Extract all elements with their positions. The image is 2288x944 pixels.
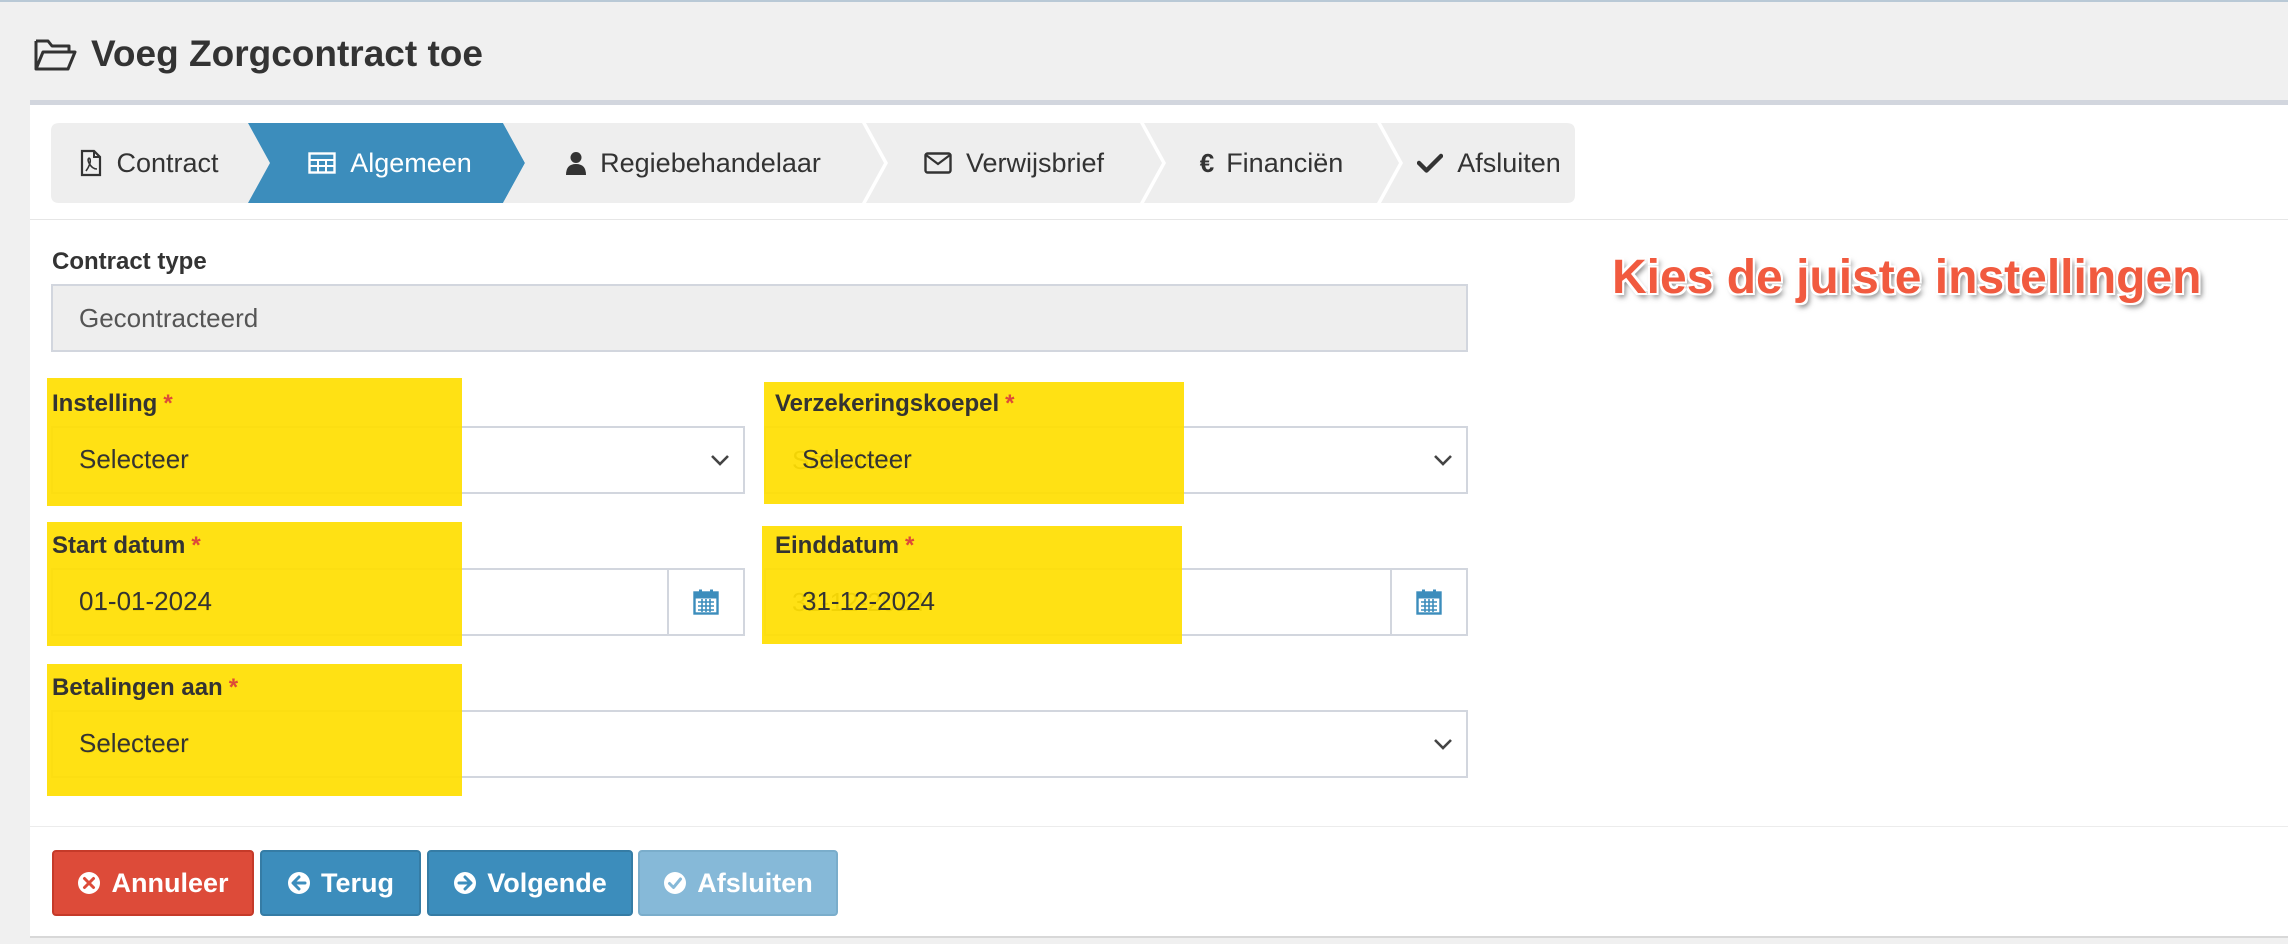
annuleer-label: Annuleer (111, 867, 229, 898)
einddatum-label-overlay: Einddatum * (775, 532, 915, 559)
terug-label: Terug (321, 867, 394, 898)
table-icon (308, 152, 336, 174)
step-contract[interactable]: Contract (51, 123, 248, 203)
folder-open-icon (34, 39, 77, 71)
user-icon (566, 152, 587, 175)
afsluiten-button[interactable]: Afsluiten (638, 850, 838, 916)
check-icon (1417, 153, 1444, 173)
page-header: Voeg Zorgcontract toe (33, 24, 483, 84)
arrow-circle-right-icon (454, 872, 477, 894)
steps-divider (30, 219, 2288, 220)
chevron-down-icon (1434, 739, 1452, 750)
step-verwijsbrief[interactable]: Verwijsbrief (888, 123, 1140, 203)
step-regiebehandelaar[interactable]: Regiebehandelaar (525, 123, 862, 203)
check-circle-icon (664, 872, 687, 894)
step-afsluiten[interactable]: Afsluiten (1403, 123, 1575, 203)
page-title: Voeg Zorgcontract toe (91, 33, 483, 74)
terug-button[interactable]: Terug (260, 850, 421, 916)
einddatum-value-overlay: 31-12-2024 (802, 586, 935, 616)
step-regiebehandelaar-label: Regiebehandelaar (600, 147, 821, 178)
instelling-label-overlay: Instelling * (52, 390, 173, 417)
step-financien[interactable]: € Financiën (1166, 123, 1377, 203)
contract-type-value: Gecontracteerd (79, 302, 259, 333)
step-algemeen-label: Algemeen (350, 147, 472, 178)
arrow-circle-left-icon (288, 872, 310, 894)
envelope-icon (924, 152, 952, 174)
chevron-down-icon (1434, 455, 1452, 466)
step-verwijsbrief-label: Verwijsbrief (965, 147, 1105, 178)
verzekeringskoepel-label-overlay: Verzekeringskoepel * (775, 390, 1015, 417)
file-pdf-icon (81, 149, 102, 177)
annuleer-button[interactable]: Annuleer (52, 850, 254, 916)
annotation-text: Kies de juiste instellingen (1612, 251, 2202, 304)
step-contract-label: Contract (116, 147, 219, 178)
start-datum-value-overlay: 01-01-2024 (79, 586, 212, 616)
step-algemeen[interactable]: Algemeen (270, 123, 510, 203)
betalingen-aan-value-overlay: Selecteer (79, 728, 189, 758)
step-afsluiten-label: Afsluiten (1457, 147, 1561, 178)
footer-divider (30, 826, 2288, 827)
calendar-icon (1416, 589, 1442, 615)
top-border (0, 0, 2288, 2)
volgende-label: Volgende (487, 867, 607, 898)
betalingen-aan-label-overlay: Betalingen aan * (52, 674, 239, 701)
card-bottom-border (30, 936, 2288, 938)
chevron-down-icon (711, 455, 729, 466)
start-datum-calendar-button[interactable] (669, 568, 745, 636)
start-datum-label-overlay: Start datum * (52, 532, 201, 559)
wizard-steps: Contract Algemeen Regiebehandelaar Verwi… (51, 123, 1575, 203)
form-card (30, 100, 2288, 938)
verzekeringskoepel-value-overlay: Selecteer (802, 444, 912, 474)
euro-icon: € (1199, 147, 1215, 178)
einddatum-calendar-button[interactable] (1392, 568, 1468, 636)
instelling-value-overlay: Selecteer (79, 444, 189, 474)
contract-type-label: Contract type (52, 248, 207, 275)
contract-type-field: Gecontracteerd (51, 284, 1468, 352)
step-financien-label: Financiën (1226, 147, 1344, 178)
calendar-icon (693, 589, 719, 615)
times-circle-icon (78, 872, 101, 894)
volgende-button[interactable]: Volgende (427, 850, 633, 916)
afsluiten-label: Afsluiten (697, 867, 813, 898)
